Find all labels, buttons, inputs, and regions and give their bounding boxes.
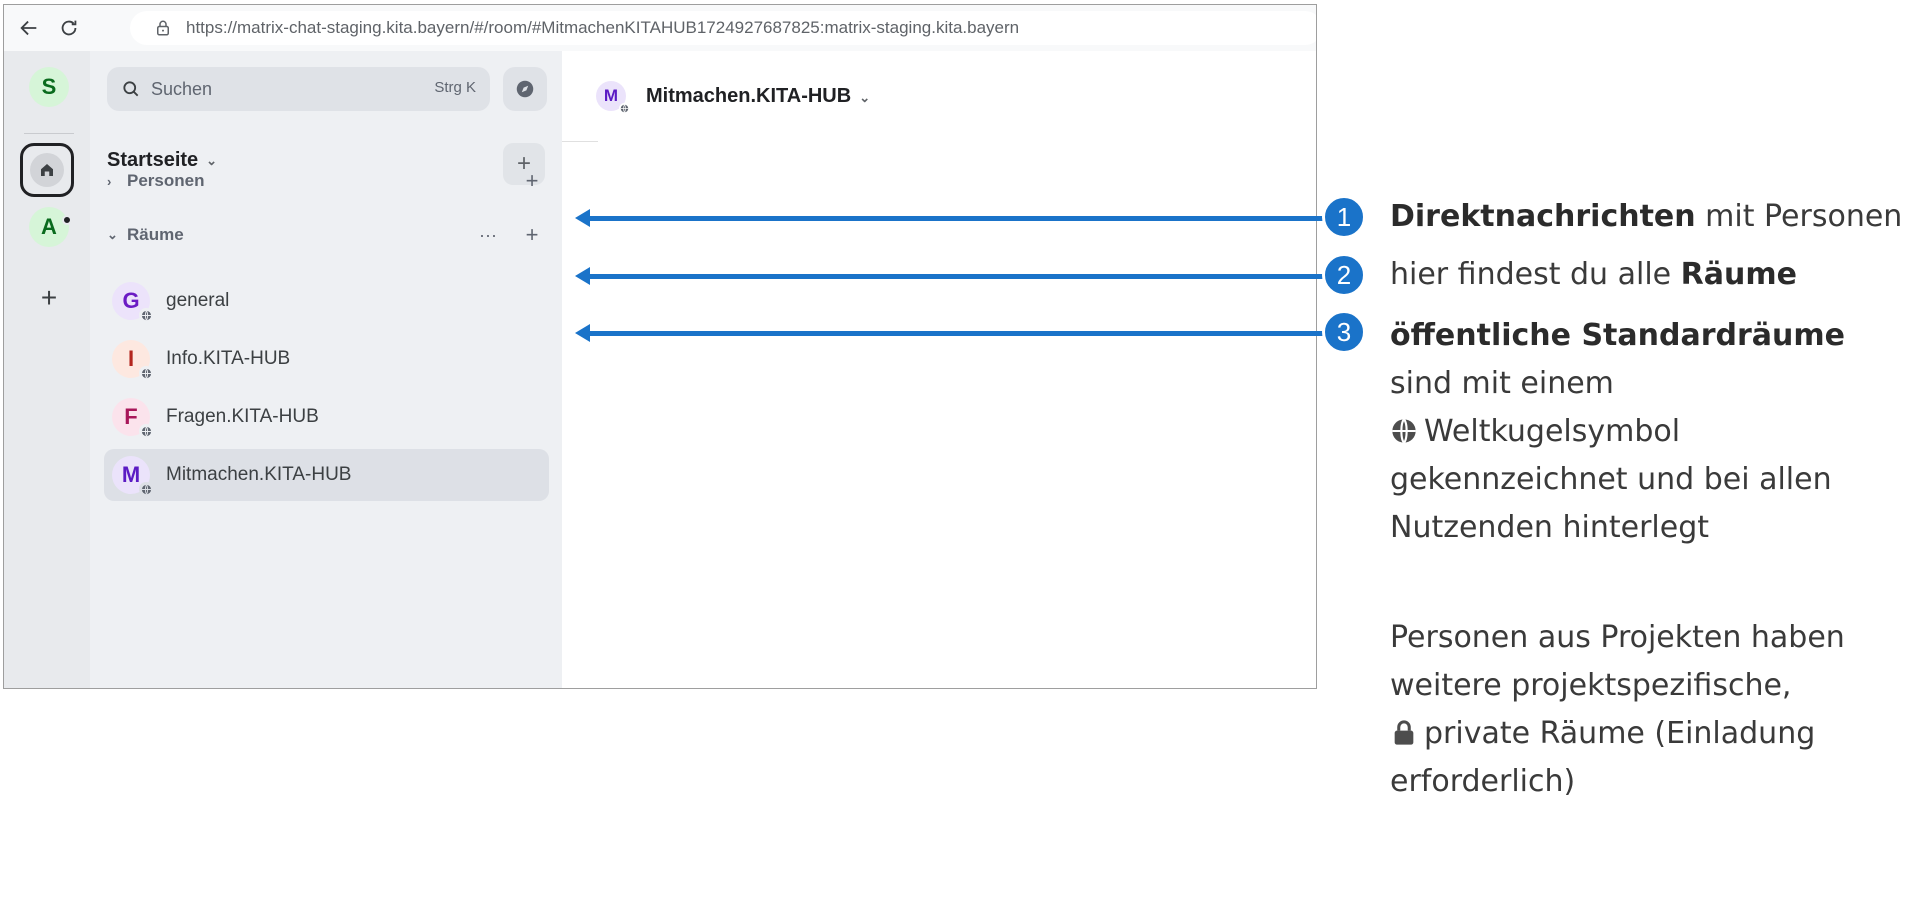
search-field[interactable]: Suchen Strg K [107,67,490,111]
space-avatar-a[interactable]: A [29,207,69,247]
compass-icon [516,80,534,98]
globe-icon [139,482,153,496]
room-avatar: M [112,456,153,496]
note-line4: erforderlich) [1390,764,1576,799]
room-avatar: I [112,340,153,380]
chevron-down-icon: ⌄ [859,89,871,105]
room-name: Info.KITA-HUB [166,348,291,369]
user-avatar[interactable]: S [29,67,69,107]
search-icon [123,81,139,97]
reload-button[interactable] [54,13,84,43]
rooms-more-button[interactable]: ··· [476,223,500,247]
room-avatar: G [112,282,153,322]
annotation-1-bold: Direktnachrichten [1390,199,1696,234]
header-divider [562,141,598,142]
chevron-right-icon: › [107,173,112,189]
note-line3-text: private Räume (Einladung [1424,716,1816,751]
annotation-3-line4: gekennzeichnet und bei allen [1390,462,1832,497]
room-avatar-initial: M [121,462,141,487]
globe-icon [1392,418,1416,444]
add-person-button[interactable]: + [520,168,544,193]
chevron-down-icon: ⌄ [107,227,118,242]
globe-icon [139,366,153,380]
annotation-text-3: öffentliche Standardräume sind mit einem… [1390,312,1845,552]
annotation-2-pre: hier findest du alle [1390,257,1681,292]
chevron-down-icon: ⌄ [206,152,218,168]
home-icon [41,164,53,176]
room-view: M Mitmachen.KITA-HUB ⌄ [562,51,1316,688]
section-personen[interactable]: › Personen [107,169,204,193]
annotation-text-1: Direktnachrichten mit Personen [1390,193,1902,241]
search-shortcut: Strg K [434,79,476,96]
arrow-line-3 [588,331,1330,336]
annotation-1-rest: mit Personen [1695,199,1903,234]
arrow-line-2 [588,274,1330,279]
annotation-3-line3: Weltkugelsymbol [1390,408,1845,456]
search-placeholder: Suchen [151,78,213,99]
add-space-button[interactable]: + [34,282,64,313]
back-arrow-icon [20,20,37,36]
room-name: general [166,290,230,311]
section-raeume[interactable]: ⌄ Räume [107,223,184,247]
section-raeume-label: Räume [127,225,184,244]
home-button-circle [30,153,64,187]
room-header: M Mitmachen.KITA-HUB ⌄ [562,51,1316,141]
private-rooms-note: Personen aus Projekten haben weitere pro… [1390,614,1845,806]
room-title[interactable]: Mitmachen.KITA-HUB ⌄ [646,85,870,108]
annotation-3-line2: sind mit einem [1390,366,1614,401]
chat-app: S A + Suchen Strg K Startseite ⌄ + › Per… [4,51,1316,688]
room-item-info-kita-hub[interactable]: I Info.KITA-HUB [104,333,549,385]
annotation-badge-2: 2 [1322,253,1366,297]
explore-rooms-button[interactable] [503,67,547,111]
reload-icon [61,20,77,36]
room-name: Mitmachen.KITA-HUB [166,464,352,485]
spaces-divider [24,133,74,134]
room-avatar-initial: F [124,404,138,429]
note-line3: private Räume (Einladung [1390,710,1845,758]
note-line2: weitere projektspezifische, [1390,668,1792,703]
annotation-2-bold: Räume [1680,257,1797,292]
address-bar[interactable]: https://matrix-chat-staging.kita.bayern/… [130,11,1316,45]
spaces-bar: S A + [4,51,90,688]
add-room-button[interactable]: + [520,222,544,247]
browser-toolbar: https://matrix-chat-staging.kita.bayern/… [4,5,1316,51]
url-path: /#/room/#MitmachenKITAHUB1724927687825:m… [469,18,1020,37]
room-avatar-initial: G [122,288,140,313]
room-title-text: Mitmachen.KITA-HUB [646,84,852,107]
annotation-badge-1: 1 [1322,195,1366,239]
unread-dot [62,215,72,225]
globe-icon [619,103,630,114]
room-list-panel: Suchen Strg K Startseite ⌄ + › Personen +… [90,51,562,688]
globe-icon [139,308,153,322]
room-header-avatar[interactable]: M [596,81,630,114]
section-personen-label: Personen [127,171,205,190]
room-item-mitmachen-kita-hub[interactable]: M Mitmachen.KITA-HUB [104,449,549,501]
site-info-icon[interactable] [154,19,172,37]
arrow-line-1 [588,216,1330,221]
room-item-fragen-kita-hub[interactable]: F Fragen.KITA-HUB [104,391,549,443]
room-header-avatar-initial: M [603,86,619,105]
room-avatar: F [112,398,153,438]
home-space-button[interactable] [20,143,74,197]
room-name: Fragen.KITA-HUB [166,406,319,427]
note-line1: Personen aus Projekten haben [1390,620,1845,655]
url-host: https://matrix-chat-staging.kita.bayern [186,18,470,37]
annotation-text-2: hier findest du alle Räume [1390,251,1797,299]
room-avatar-initial: I [127,346,135,371]
url-text: https://matrix-chat-staging.kita.bayern/… [186,18,1019,38]
annotation-3-bold: öffentliche Standardräume [1390,318,1845,353]
lock-icon [1394,720,1414,745]
annotation-badge-3: 3 [1322,310,1366,354]
annotation-3-line5: Nutzenden hinterlegt [1390,510,1709,545]
annotation-3-line3-text: Weltkugelsymbol [1424,414,1681,449]
app-screenshot: https://matrix-chat-staging.kita.bayern/… [3,4,1317,689]
globe-icon [139,424,153,438]
room-item-general[interactable]: G general [104,275,549,327]
back-button[interactable] [14,13,44,43]
